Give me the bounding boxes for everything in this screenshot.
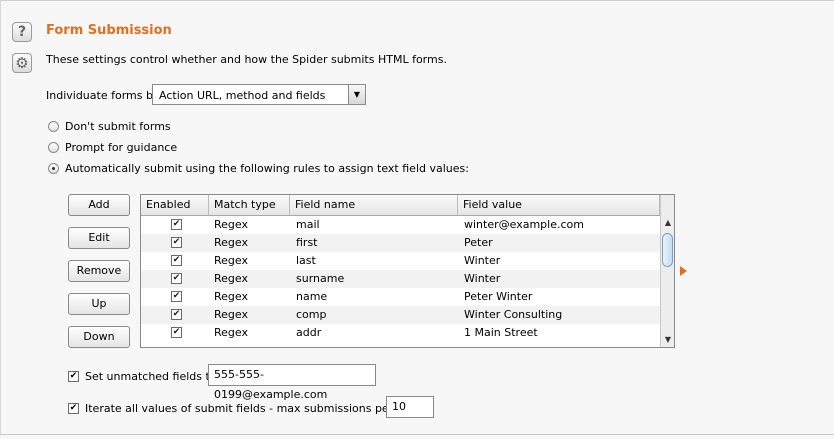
radio-dont-submit-label: Don't submit forms	[65, 120, 171, 133]
unmatched-fields-label: Set unmatched fields to:	[85, 370, 221, 383]
rules-table: Enabled Match type Field name Field valu…	[140, 194, 675, 348]
row-field-value: Peter Winter	[464, 290, 533, 303]
radio-prompt-guidance[interactable]	[48, 142, 59, 153]
scroll-up-arrow-icon[interactable]: ▲	[661, 216, 674, 230]
unmatched-fields-input[interactable]: 555-555-0199@example.com	[208, 364, 376, 401]
table-row[interactable]: ✔ Regex last Winter	[141, 252, 660, 270]
row-enabled-checkbox[interactable]: ✔	[171, 255, 182, 266]
row-match-type: Regex	[214, 254, 248, 267]
max-submissions-input[interactable]: 10	[386, 396, 434, 418]
table-row[interactable]: ✔ Regex addr 1 Main Street	[141, 324, 660, 342]
row-field-name: last	[296, 254, 316, 267]
row-enabled-checkbox[interactable]: ✔	[171, 327, 182, 338]
row-field-value: winter@example.com	[464, 218, 584, 231]
row-field-value: Winter Consulting	[464, 308, 563, 321]
row-field-value: Peter	[464, 236, 493, 249]
row-match-type: Regex	[214, 308, 248, 321]
table-body: ✔ Regex mail winter@example.com ✔ Regex …	[141, 216, 660, 347]
column-header-match-type[interactable]: Match type	[209, 195, 290, 215]
column-header-field-value[interactable]: Field value	[458, 195, 660, 215]
row-match-type: Regex	[214, 272, 248, 285]
row-field-name: first	[296, 236, 318, 249]
radio-prompt-guidance-label: Prompt for guidance	[65, 141, 178, 154]
row-field-value: Winter	[464, 272, 501, 285]
table-scrollbar[interactable]: ▲ ▼	[660, 195, 674, 347]
table-header: Enabled Match type Field name Field valu…	[141, 195, 660, 216]
table-row[interactable]: ✔ Regex name Peter Winter	[141, 288, 660, 306]
row-field-value: 1 Main Street	[464, 326, 538, 339]
row-field-name: surname	[296, 272, 345, 285]
table-row[interactable]: ✔ Regex comp Winter Consulting	[141, 306, 660, 324]
column-header-enabled[interactable]: Enabled	[141, 195, 209, 215]
row-field-value: Winter	[464, 254, 501, 267]
row-enabled-checkbox[interactable]: ✔	[171, 219, 182, 230]
table-row[interactable]: ✔ Regex surname Winter	[141, 270, 660, 288]
iterate-values-checkbox[interactable]: ✔	[68, 403, 79, 414]
section-description: These settings control whether and how t…	[46, 53, 447, 66]
frame-left-border	[0, 0, 1, 435]
section-title: Form Submission	[46, 23, 172, 38]
individuate-label: Individuate forms by:	[46, 89, 163, 102]
row-match-type: Regex	[214, 236, 248, 249]
frame-top-border	[0, 0, 834, 1]
help-icon[interactable]: ?	[12, 22, 32, 42]
table-row[interactable]: ✔ Regex mail winter@example.com	[141, 216, 660, 234]
radio-dont-submit[interactable]	[48, 121, 59, 132]
column-header-field-name[interactable]: Field name	[290, 195, 458, 215]
unmatched-fields-checkbox[interactable]: ✔	[68, 371, 79, 382]
scroll-down-arrow-icon[interactable]: ▼	[661, 333, 674, 347]
row-enabled-checkbox[interactable]: ✔	[171, 309, 182, 320]
dropdown-arrow-icon[interactable]: ▼	[348, 85, 365, 104]
row-match-type: Regex	[214, 290, 248, 303]
iterate-values-label: Iterate all values of submit fields - ma…	[85, 402, 427, 415]
row-field-name: mail	[296, 218, 320, 231]
row-enabled-checkbox[interactable]: ✔	[171, 273, 182, 284]
individuate-selected-value: Action URL, method and fields	[159, 89, 326, 102]
row-field-name: addr	[296, 326, 322, 339]
row-field-name: name	[296, 290, 328, 303]
radio-auto-submit[interactable]	[48, 163, 59, 174]
row-enabled-checkbox[interactable]: ✔	[171, 291, 182, 302]
row-enabled-checkbox[interactable]: ✔	[171, 237, 182, 248]
scrollbar-thumb[interactable]	[662, 233, 673, 267]
up-button[interactable]: Up	[68, 293, 130, 315]
radio-auto-submit-label: Automatically submit using the following…	[65, 162, 469, 175]
edit-button[interactable]: Edit	[68, 227, 130, 249]
individuate-select[interactable]: Action URL, method and fields ▼	[152, 84, 366, 105]
gear-icon[interactable]: ⚙	[12, 53, 32, 73]
add-button[interactable]: Add	[68, 194, 130, 216]
expand-arrow-icon[interactable]	[680, 266, 687, 276]
row-match-type: Regex	[214, 326, 248, 339]
frame-bottom-border	[0, 434, 834, 435]
table-row[interactable]: ✔ Regex first Peter	[141, 234, 660, 252]
row-match-type: Regex	[214, 218, 248, 231]
down-button[interactable]: Down	[68, 326, 130, 348]
remove-button[interactable]: Remove	[68, 260, 130, 282]
row-field-name: comp	[296, 308, 327, 321]
